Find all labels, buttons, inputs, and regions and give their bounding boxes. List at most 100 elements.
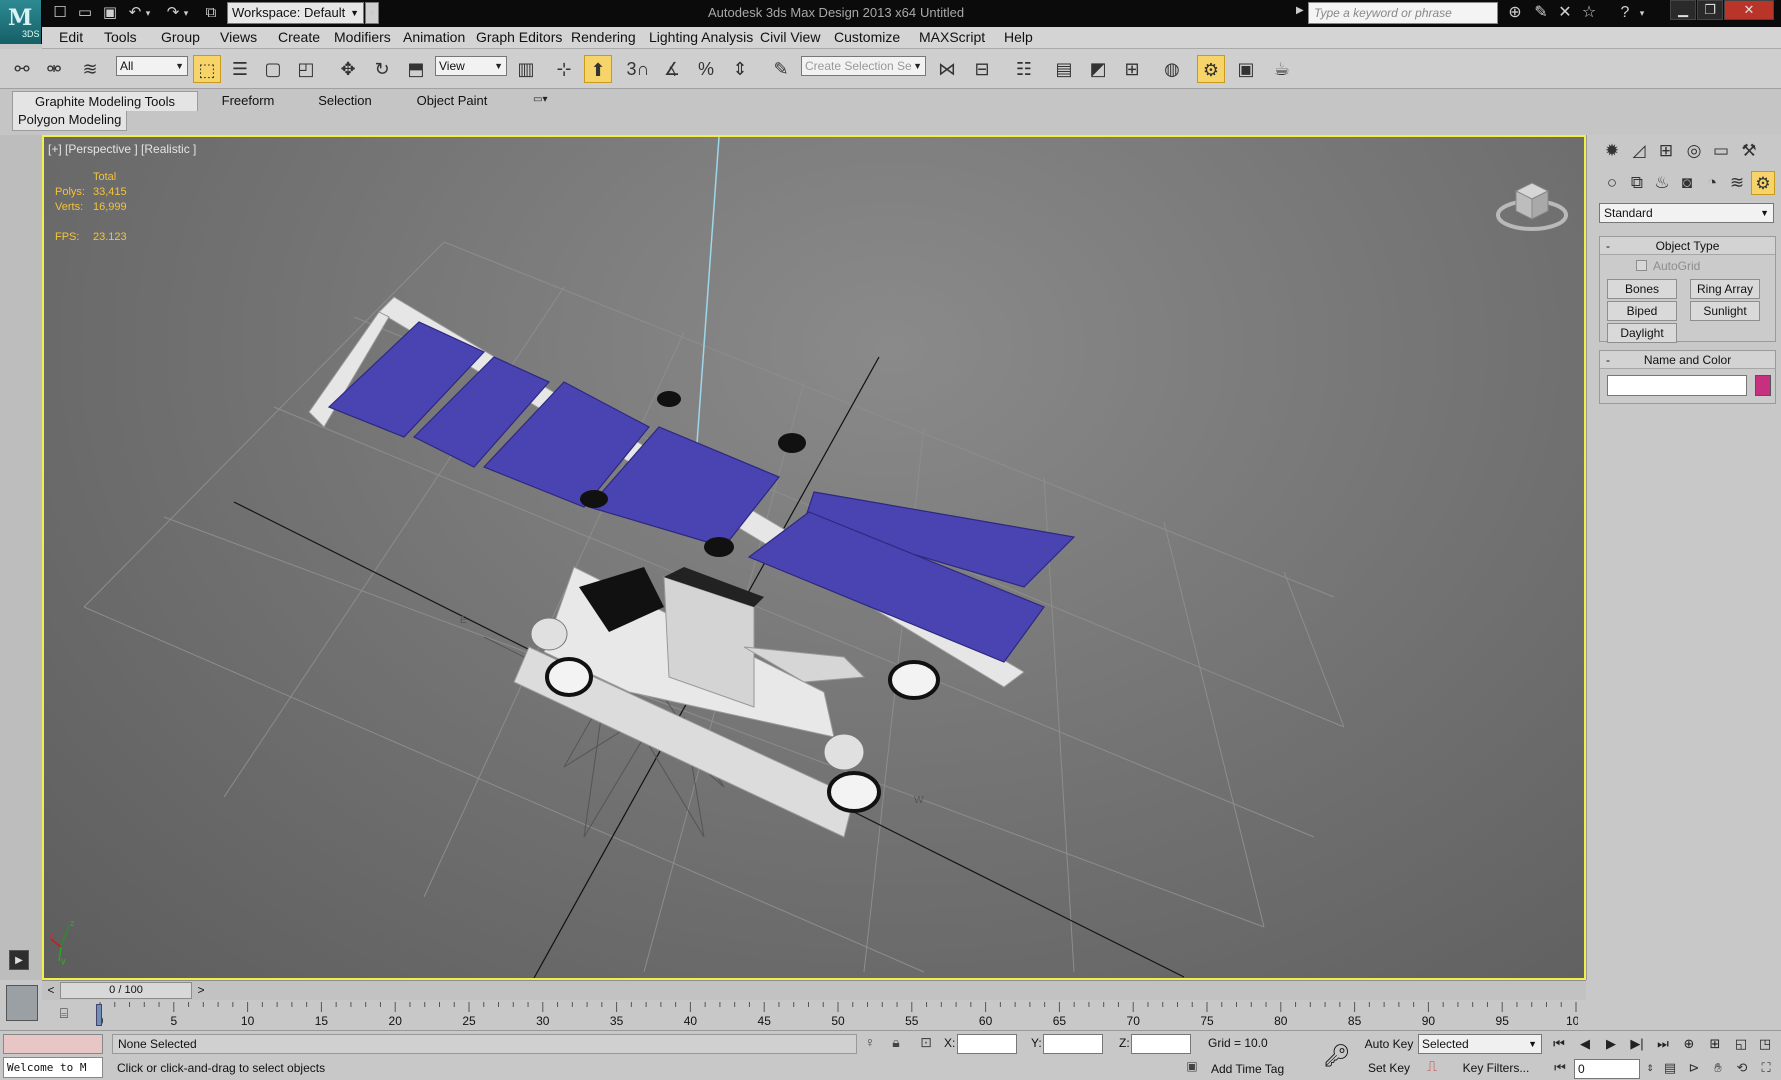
reference-coordinate-dropdown[interactable]: View ▼ xyxy=(435,56,507,76)
object-type-header[interactable]: - Object Type xyxy=(1600,237,1775,255)
spinner-snap-icon[interactable]: ⇕ xyxy=(726,55,754,83)
motion-tab-icon[interactable]: ◎ xyxy=(1682,139,1706,163)
binoculars-icon[interactable]: ⊕ xyxy=(1504,3,1526,23)
shapes-icon[interactable]: ⧉ xyxy=(1625,171,1649,195)
x-coord-field[interactable] xyxy=(957,1034,1017,1054)
save-icon[interactable]: ▣ xyxy=(100,3,120,23)
move-icon[interactable]: ✥ xyxy=(334,55,362,83)
viewport-expand-icon[interactable]: ▶ xyxy=(9,950,29,970)
absolute-mode-icon[interactable]: ⊡ xyxy=(916,1034,936,1054)
key-filter-icon[interactable]: ⎍ xyxy=(1422,1058,1442,1078)
time-slider[interactable]: < 0 / 100 > xyxy=(42,980,1586,1000)
y-coord-field[interactable] xyxy=(1043,1034,1103,1054)
pan-view-icon[interactable]: ✋︎ xyxy=(1708,1058,1728,1078)
key-filters-button[interactable]: Key Filters... xyxy=(1450,1058,1542,1078)
new-file-icon[interactable]: ☐ xyxy=(50,3,70,23)
menu-help[interactable]: Help xyxy=(1004,29,1033,45)
display-tab-icon[interactable]: ▭ xyxy=(1709,139,1733,163)
unlink-icon[interactable]: ⚮ xyxy=(40,55,68,83)
helpers-icon[interactable]: ◔ xyxy=(1700,171,1724,195)
zoom-extents-all-icon[interactable]: ◳ xyxy=(1754,1034,1776,1054)
key-mode-toggle-icon[interactable]: ⏮ xyxy=(1550,1058,1570,1078)
play-icon[interactable]: ▶ xyxy=(1600,1034,1622,1054)
menu-create[interactable]: Create xyxy=(278,29,320,45)
snaps-toggle-icon[interactable]: 3∩ xyxy=(624,55,652,83)
mirror-icon[interactable]: ⋈ xyxy=(933,55,961,83)
add-time-tag-button[interactable]: Add Time Tag xyxy=(1211,1062,1284,1076)
hierarchy-tab-icon[interactable]: ⊞ xyxy=(1654,139,1678,163)
rectangular-selection-icon[interactable]: ▢ xyxy=(259,55,287,83)
key-mode-dropdown[interactable]: Selected ▼ xyxy=(1418,1034,1542,1054)
help-icon[interactable]: ? xyxy=(1614,3,1636,23)
percent-snap-icon[interactable]: % xyxy=(692,55,720,83)
named-selection-sets-dropdown[interactable]: Create Selection Se ▼ xyxy=(801,56,926,76)
time-slider-next-button[interactable]: > xyxy=(192,981,210,1000)
cameras-icon[interactable]: ◙ xyxy=(1675,171,1699,195)
select-by-name-icon[interactable]: ☰ xyxy=(226,55,254,83)
bones-button[interactable]: Bones xyxy=(1607,279,1677,299)
previous-frame-icon[interactable]: ◀ xyxy=(1574,1034,1596,1054)
tab-selection[interactable]: Selection xyxy=(304,91,386,111)
favorites-icon[interactable]: ☆ xyxy=(1578,3,1600,23)
tab-graphite-modeling-tools[interactable]: Graphite Modeling Tools xyxy=(12,91,198,111)
orbit-icon[interactable]: ⟲ xyxy=(1732,1058,1752,1078)
bind-space-warp-icon[interactable]: ≋ xyxy=(76,55,104,83)
set-keys-key-icon[interactable]: 🔑︎ xyxy=(1320,1043,1354,1069)
maxscript-listener-output[interactable]: Welcome to M xyxy=(3,1057,103,1078)
align-icon[interactable]: ⊟ xyxy=(968,55,996,83)
redo-icon[interactable]: ↷ xyxy=(163,3,183,23)
object-color-swatch[interactable] xyxy=(1755,375,1771,396)
rotate-icon[interactable]: ↻ xyxy=(368,55,396,83)
viewcube-icon[interactable] xyxy=(1494,167,1570,237)
menu-civil-view[interactable]: Civil View xyxy=(760,29,820,45)
ribbon-options-dropdown[interactable]: ▭▾ xyxy=(533,94,555,108)
select-object-icon[interactable]: ⬚ xyxy=(193,55,221,83)
space-warps-icon[interactable]: ≋ xyxy=(1725,171,1749,195)
restore-button[interactable]: ❐ xyxy=(1697,0,1723,20)
keyboard-shortcut-override-icon[interactable]: ⬆ xyxy=(584,55,612,83)
isolate-selection-icon[interactable]: ♀ xyxy=(860,1034,880,1054)
menu-group[interactable]: Group xyxy=(161,29,200,45)
menu-customize[interactable]: Customize xyxy=(834,29,900,45)
menu-rendering[interactable]: Rendering xyxy=(571,29,636,45)
ring-array-button[interactable]: Ring Array xyxy=(1690,279,1760,299)
create-tab-icon[interactable]: ✹ xyxy=(1600,139,1624,163)
undo-icon[interactable]: ↶ xyxy=(125,3,145,23)
autogrid-checkbox[interactable]: AutoGrid xyxy=(1636,259,1700,273)
subscription-icon[interactable]: ✎ xyxy=(1530,3,1552,23)
application-button[interactable]: M 3DS xyxy=(0,0,42,44)
search-input[interactable]: Type a keyword or phrase xyxy=(1308,2,1498,24)
scale-icon[interactable]: ⬒ xyxy=(402,55,430,83)
scene-explorer-icon[interactable]: ▤ xyxy=(1050,55,1078,83)
redo-dropdown-icon[interactable]: ▾ xyxy=(181,3,191,23)
selection-lock-icon[interactable]: 🔒︎ xyxy=(886,1034,906,1054)
name-and-color-header[interactable]: - Name and Color xyxy=(1600,351,1775,369)
window-crossing-icon[interactable]: ◰ xyxy=(292,55,320,83)
frame-spinner-icon[interactable]: ⇕ xyxy=(1640,1058,1660,1078)
maximize-viewport-icon[interactable]: ⛶ xyxy=(1756,1058,1776,1078)
current-frame-field[interactable]: 0 xyxy=(1574,1059,1640,1079)
rendered-frame-window-icon[interactable]: ▣ xyxy=(1232,55,1260,83)
hold-icon[interactable]: ⧉ xyxy=(201,3,221,23)
menu-tools[interactable]: Tools xyxy=(104,29,137,45)
pivot-center-icon[interactable]: ▥ xyxy=(512,55,540,83)
undo-dropdown-icon[interactable]: ▾ xyxy=(143,3,153,23)
menu-animation[interactable]: Animation xyxy=(403,29,465,45)
angle-snap-icon[interactable]: ∡ xyxy=(658,55,686,83)
render-setup-icon[interactable]: ⚙ xyxy=(1197,55,1225,83)
menu-edit[interactable]: Edit xyxy=(59,29,83,45)
modify-tab-icon[interactable]: ◿ xyxy=(1627,139,1651,163)
systems-icon[interactable]: ⚙ xyxy=(1751,171,1775,195)
next-frame-icon[interactable]: ▶| xyxy=(1626,1034,1648,1054)
material-editor-icon[interactable]: ◍ xyxy=(1158,55,1186,83)
zoom-all-icon[interactable]: ⊞ xyxy=(1704,1034,1726,1054)
z-coord-field[interactable] xyxy=(1131,1034,1191,1054)
communication-center-icon[interactable]: ✕ xyxy=(1554,3,1576,23)
time-configuration-icon[interactable]: ▤ xyxy=(1660,1058,1680,1078)
render-production-icon[interactable]: ☕ xyxy=(1268,55,1296,83)
tab-freeform[interactable]: Freeform xyxy=(208,91,288,111)
daylight-button[interactable]: Daylight xyxy=(1607,323,1677,343)
select-manipulate-icon[interactable]: ⊹ xyxy=(550,55,578,83)
close-button[interactable]: ✕ xyxy=(1724,0,1774,20)
sunlight-button[interactable]: Sunlight xyxy=(1690,301,1760,321)
